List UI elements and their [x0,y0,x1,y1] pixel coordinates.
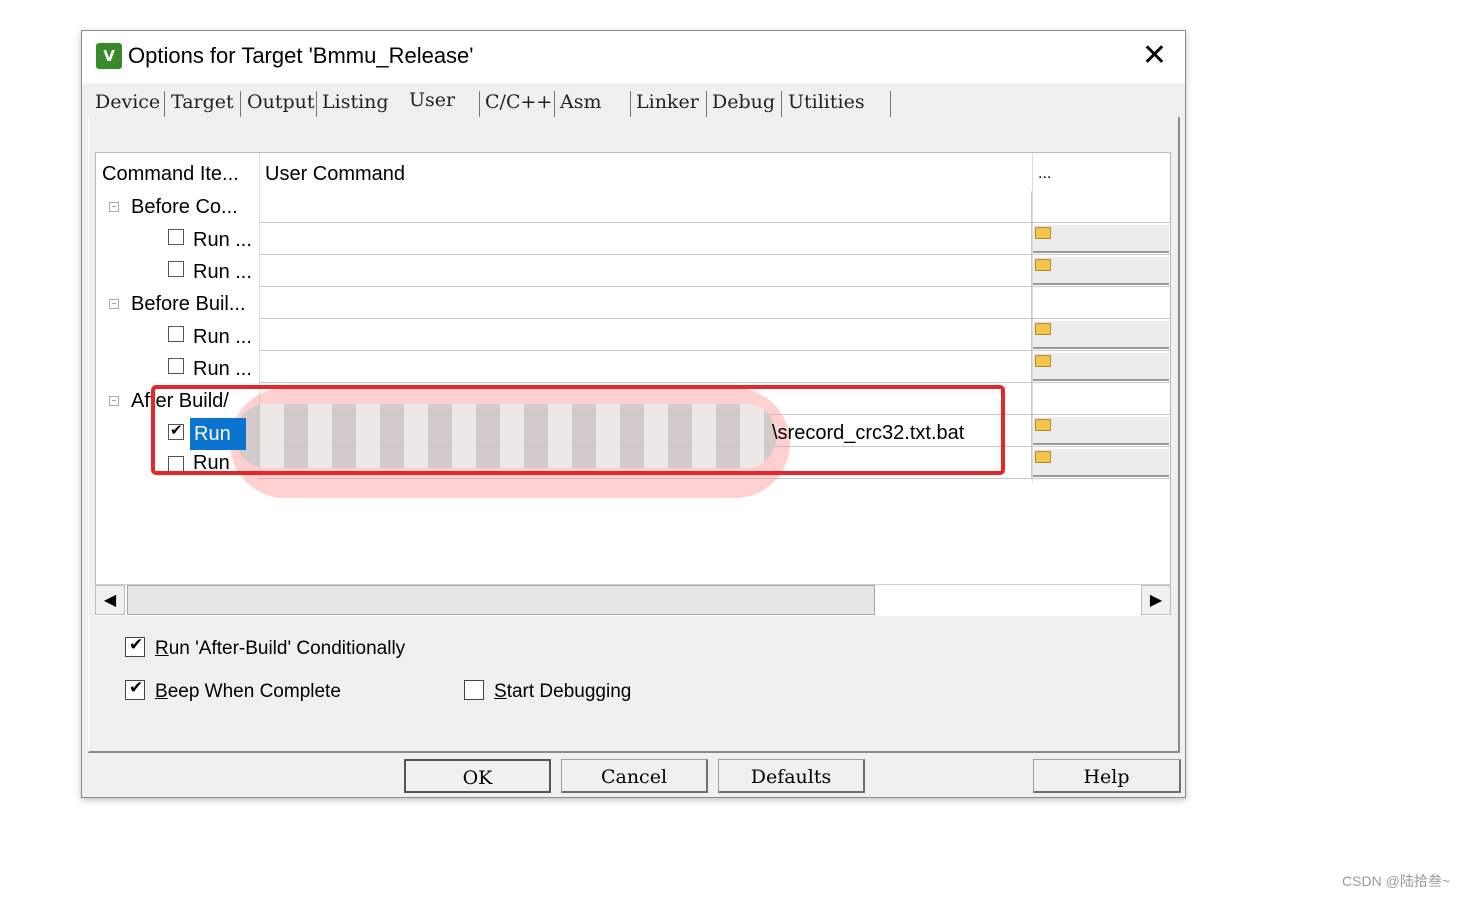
tab-c-cpp[interactable]: C/C++ [485,91,552,113]
command-row[interactable] [259,223,1170,255]
run-checkbox[interactable] [168,261,184,277]
user-command-cell[interactable] [259,351,1032,382]
group-label-before-build: Before Buil... [131,293,246,315]
tab-asm[interactable]: Asm [560,91,602,113]
folder-icon [1035,259,1051,271]
tab-separator [316,91,317,117]
folder-icon [1035,355,1051,367]
window-title: Options for Target 'Bmmu_Release' [128,43,474,68]
run-checkbox[interactable] [168,358,184,374]
tab-separator [706,91,707,117]
run-item-label: Run ... [193,229,252,251]
folder-icon [1035,451,1051,463]
user-command-cell[interactable] [259,255,1032,286]
run-after-build-checkbox[interactable] [125,635,145,657]
cancel-button[interactable]: Cancel [561,759,708,793]
scroll-thumb[interactable] [127,585,875,615]
command-row[interactable] [259,351,1170,383]
title-bar: V Options for Target 'Bmmu_Release' ✕ [82,31,1185,83]
browse-button[interactable] [1033,225,1169,253]
tab-linker[interactable]: Linker [636,91,699,113]
option-mnemonic: S [494,681,507,702]
group-row-before-build [259,287,1170,319]
user-command-cell [259,287,1032,318]
command-row[interactable] [259,319,1170,351]
collapse-icon[interactable]: − [109,202,119,212]
watermark: CSDN @陆拾叁~ [1342,873,1450,889]
tab-listing[interactable]: Listing [322,91,389,113]
tab-output[interactable]: Output [247,91,314,113]
group-row-before-compile [259,191,1170,223]
collapse-icon[interactable]: − [109,299,119,309]
group-label-before-compile: Before Co... [131,196,238,218]
run-after-build-conditionally-option[interactable]: Run 'After-Build' Conditionally [125,635,406,660]
browse-button[interactable] [1033,257,1169,285]
tab-separator [164,91,165,117]
tab-device[interactable]: Device [95,91,160,113]
option-label: un 'After-Build' Conditionally [168,638,406,659]
browse-button[interactable] [1033,353,1169,381]
scroll-right-icon[interactable]: ▶ [1141,585,1171,615]
run-checkbox[interactable] [168,229,184,245]
run-checkbox[interactable] [168,326,184,342]
user-command-grid: Command Ite... User Command ... [95,152,1171,616]
run-item-label: Run ... [193,326,252,348]
close-icon[interactable]: ✕ [1142,39,1167,73]
tab-separator [630,91,631,117]
help-button[interactable]: Help [1033,759,1181,793]
option-mnemonic: B [155,681,168,702]
run-item-label: Run ... [193,358,252,380]
tab-separator [240,91,241,117]
column-header-user-command[interactable]: User Command [259,153,1032,191]
collapse-icon[interactable]: − [109,396,119,406]
keil-app-icon: V [96,43,122,69]
option-label: tart Debugging [506,681,632,702]
tab-debug[interactable]: Debug [712,91,775,113]
user-command-cell [259,191,1032,222]
scroll-left-icon[interactable]: ◀ [95,585,125,615]
tab-utilities[interactable]: Utilities [788,91,865,113]
column-header-browse[interactable]: ... [1032,153,1170,191]
option-label: eep When Complete [167,681,341,702]
ok-button[interactable]: OK [404,759,551,793]
run-item-label: Run ... [193,261,252,283]
browse-button[interactable] [1033,417,1169,445]
start-debugging-checkbox[interactable] [464,679,484,700]
tab-target[interactable]: Target [171,91,234,113]
tab-separator [479,91,480,117]
browse-button[interactable] [1033,321,1169,349]
highlight-annotation-box [151,385,1005,475]
beep-when-complete-checkbox[interactable] [125,678,145,700]
folder-icon [1035,419,1051,431]
command-row[interactable] [259,255,1170,287]
tab-user[interactable]: User [409,89,455,111]
column-header-command-item[interactable]: Command Ite... [96,153,259,191]
tab-separator [781,91,782,117]
browse-button[interactable] [1033,449,1169,477]
horizontal-scrollbar[interactable]: ◀ ▶ [95,584,1171,616]
option-mnemonic: R [155,638,169,659]
defaults-button[interactable]: Defaults [718,759,865,793]
folder-icon [1035,227,1051,239]
tab-separator [890,91,891,117]
folder-icon [1035,323,1051,335]
user-command-cell[interactable] [259,223,1032,254]
tab-separator [554,91,555,117]
tab-strip: Device Target Output Listing User C/C++ … [82,83,1185,117]
user-command-cell[interactable] [259,319,1032,350]
beep-when-complete-option[interactable]: Beep When Complete [125,678,341,703]
start-debugging-option[interactable]: Start Debugging [464,679,632,703]
